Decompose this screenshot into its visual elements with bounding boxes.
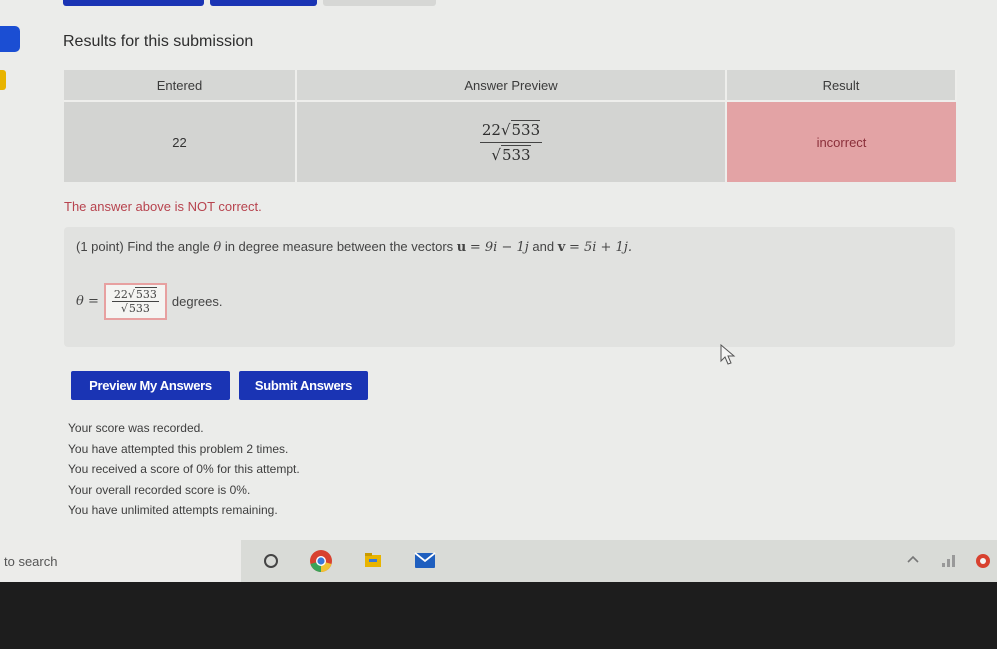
problem-text-before: Find the angle — [127, 239, 210, 254]
results-title: Results for this submission — [63, 33, 254, 50]
preview-den-radicand: 533 — [500, 144, 531, 164]
feedback-message: The answer above is NOT correct. — [64, 199, 262, 214]
entered-value: 22 — [64, 101, 297, 182]
status-line: You have attempted this problem 2 times. — [68, 441, 289, 456]
side-marker — [0, 70, 6, 90]
preview-answers-button[interactable]: Preview My Answers — [71, 371, 230, 400]
table-row: 22 22√533 √533 incorrect — [64, 101, 956, 182]
submit-answers-button[interactable]: Submit Answers — [239, 371, 368, 400]
answer-preview: 22√533 √533 — [296, 101, 727, 182]
side-tab[interactable] — [0, 26, 20, 52]
score-status: Your score was recorded. You have attemp… — [68, 418, 300, 521]
notification-icon[interactable] — [973, 552, 993, 570]
problem-box: (1 point) Find the angle θ in degree mea… — [64, 227, 955, 347]
points-label: (1 point) — [76, 239, 124, 254]
status-line: Your score was recorded. — [68, 421, 204, 435]
answer-num-coef: 22 — [113, 287, 128, 301]
taskbar: to search — [0, 540, 997, 582]
top-nav-button[interactable] — [63, 0, 204, 6]
theta-equals: θ = — [76, 293, 99, 309]
mail-icon[interactable] — [413, 549, 437, 571]
answer-den-radicand: 533 — [127, 300, 150, 315]
top-nav-button[interactable] — [210, 0, 317, 6]
preview-num-radicand: 533 — [510, 119, 541, 139]
header-answer-preview: Answer Preview — [296, 70, 727, 102]
file-explorer-icon[interactable] — [362, 549, 384, 571]
preview-num-coef: 22 — [481, 120, 501, 139]
status-line: You have unlimited attempts remaining. — [68, 503, 278, 517]
results-table: Entered Answer Preview Result 22 22√533 … — [64, 70, 957, 182]
answer-input[interactable]: 22√533 √533 — [103, 282, 167, 320]
chrome-icon[interactable] — [309, 549, 333, 573]
status-line: Your overall recorded score is 0%. — [68, 482, 251, 497]
problem-statement: (1 point) Find the angle θ in degree mea… — [76, 239, 632, 255]
answer-num-radicand: 533 — [134, 286, 157, 301]
taskbar-search[interactable]: to search — [0, 540, 241, 582]
vector-u-name: u — [456, 240, 467, 255]
problem-text-mid: in degree measure between the vectors — [224, 239, 454, 254]
top-nav-button[interactable] — [323, 0, 436, 6]
header-entered: Entered — [64, 70, 297, 102]
results-header-row: Entered Answer Preview Result — [64, 70, 957, 102]
unit-label: degrees. — [171, 293, 223, 309]
mouse-cursor-icon — [720, 344, 736, 365]
theta-symbol: θ — [213, 240, 222, 255]
browser-viewport: Results for this submission Entered Answ… — [0, 0, 997, 540]
header-result: Result — [726, 70, 957, 102]
search-placeholder: to search — [4, 554, 58, 569]
cortana-circle-icon[interactable] — [260, 549, 282, 571]
vector-u-expr: = 9i − 1j — [469, 240, 529, 255]
network-icon[interactable] — [940, 552, 958, 568]
answer-fraction: 22√533 √533 — [111, 286, 159, 315]
and-word: and — [532, 239, 555, 254]
preview-fraction: 22√533 √533 — [479, 119, 543, 164]
vector-v-name: v — [557, 240, 566, 255]
result-incorrect-badge: incorrect — [726, 101, 956, 182]
chevron-up-icon[interactable] — [906, 553, 920, 565]
answer-row: θ = 22√533 √533 degrees. — [76, 277, 222, 325]
vector-v-expr: = 5i + 1j. — [568, 240, 632, 255]
status-line: You received a score of 0% for this atte… — [68, 462, 300, 476]
